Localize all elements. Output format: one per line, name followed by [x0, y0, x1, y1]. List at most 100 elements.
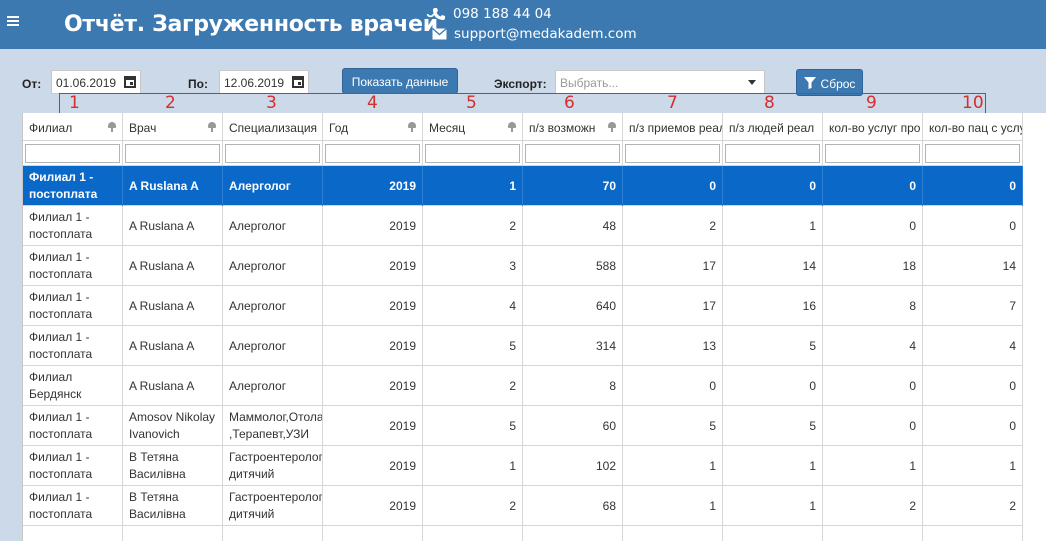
table-cell: Алерголог	[223, 246, 323, 286]
table-cell: 8	[523, 366, 623, 406]
table-cell: 14	[923, 246, 1023, 286]
table-row[interactable]: Филиал 1 - постоплата A Ruslana A Алерголо…	[23, 206, 1023, 246]
table-cell: В Тетяна Василівна	[123, 486, 223, 526]
table-cell: 5	[723, 406, 823, 446]
table-cell	[123, 526, 223, 541]
export-select[interactable]: Выбрать...	[555, 70, 765, 94]
table-cell: 1	[923, 446, 1023, 486]
column-header-label: п/з людей реал	[729, 121, 815, 135]
pin-icon[interactable]	[208, 122, 216, 132]
column-header[interactable]: кол-во пац с услу	[923, 113, 1023, 141]
table-row[interactable]: Филиал 1 - постоплата В Тетяна Василівна Г…	[23, 486, 1023, 526]
pin-icon[interactable]	[408, 122, 416, 132]
table-cell: 5	[623, 406, 723, 446]
table-cell: 0	[823, 406, 923, 446]
table-cell: 0	[823, 366, 923, 406]
table-cell: Алерголог	[223, 166, 323, 206]
reset-button[interactable]: Сброс	[796, 69, 863, 96]
grid-filter-row	[23, 141, 1023, 166]
table-cell: 17	[623, 286, 723, 326]
calendar-icon[interactable]	[292, 76, 304, 88]
table-cell: 0	[923, 166, 1023, 206]
table-cell: Филиал 1 - постоплата	[23, 406, 123, 446]
column-filter-input[interactable]	[225, 144, 320, 163]
column-filter-input[interactable]	[25, 144, 120, 163]
from-date-value: 01.06.2019	[56, 76, 117, 90]
table-cell: 5	[423, 326, 523, 366]
column-header[interactable]: Месяц	[423, 113, 523, 141]
table-cell: 0	[923, 406, 1023, 446]
column-header-label: Год	[329, 121, 349, 135]
column-number-8: 8	[764, 93, 775, 113]
column-header[interactable]: п/з возможн	[523, 113, 623, 141]
grid-body: Филиал 1 - постоплата A Ruslana A Алерголо…	[23, 166, 1023, 541]
column-filter-input[interactable]	[725, 144, 820, 163]
table-row[interactable]: Филиал 1 - постоплата Amosov Nikolay Ivan…	[23, 406, 1023, 446]
column-number-4: 4	[367, 93, 378, 113]
table-cell: 2019	[323, 206, 423, 246]
table-row[interactable]: Филиал 1 - постоплата A Ruslana A Алерголо…	[23, 286, 1023, 326]
table-row[interactable]: Филиал 1 - постоплата A Ruslana A Алерголо…	[23, 326, 1023, 366]
table-row[interactable]: Филиал 1 - постоплата A Ruslana A Алерголо…	[23, 246, 1023, 286]
table-cell: 68	[523, 486, 623, 526]
column-header[interactable]: п/з приемов реал	[623, 113, 723, 141]
table-cell: 2	[423, 486, 523, 526]
hamburger-menu-icon[interactable]	[7, 16, 19, 28]
calendar-icon[interactable]	[124, 76, 136, 88]
column-number-2: 2	[165, 93, 176, 113]
column-filter-input[interactable]	[625, 144, 720, 163]
column-filter-input[interactable]	[125, 144, 220, 163]
column-header[interactable]: Специализация	[223, 113, 323, 141]
table-cell	[23, 526, 123, 541]
to-date-input[interactable]: 12.06.2019	[219, 70, 309, 94]
to-label: По:	[188, 77, 208, 91]
table-cell: Гастроентеролог дитячий	[223, 486, 323, 526]
table-cell: Филиал Бердянск	[23, 366, 123, 406]
column-filter-input[interactable]	[425, 144, 520, 163]
column-header[interactable]: Год	[323, 113, 423, 141]
to-date-value: 12.06.2019	[224, 76, 285, 90]
table-cell: 1	[723, 446, 823, 486]
pin-icon[interactable]	[108, 122, 116, 132]
column-header[interactable]: Филиал	[23, 113, 123, 141]
table-row[interactable]: Алерголог,Гастро	[23, 526, 1023, 541]
table-row-selected[interactable]: Филиал 1 - постоплата A Ruslana A Алерголо…	[23, 166, 1023, 206]
table-cell: 2	[423, 206, 523, 246]
column-header[interactable]: Врач	[123, 113, 223, 141]
table-cell: 2019	[323, 406, 423, 446]
pin-icon[interactable]	[508, 122, 516, 132]
table-cell: 0	[723, 166, 823, 206]
table-cell: 0	[623, 166, 723, 206]
table-row[interactable]: Филиал Бердянск A Ruslana A Алерголог 2019 2…	[23, 366, 1023, 406]
table-cell: Маммолог,Отола ,Терапевт,УЗИ	[223, 406, 323, 446]
table-cell: 2	[423, 366, 523, 406]
table-cell: 7	[923, 286, 1023, 326]
column-header-label: п/з приемов реал	[629, 121, 723, 135]
table-cell: 2019	[323, 486, 423, 526]
column-filter-input[interactable]	[925, 144, 1020, 163]
table-cell: 0	[823, 206, 923, 246]
table-cell: A Ruslana A	[123, 286, 223, 326]
table-cell: 2	[923, 486, 1023, 526]
table-cell: Алерголог,Гастро	[223, 526, 323, 541]
table-cell	[823, 526, 923, 541]
pin-icon[interactable]	[608, 122, 616, 132]
table-cell: 4	[423, 286, 523, 326]
report-grid: Филиал Врач Специализация Год Месяц п/з возмо…	[22, 113, 1046, 541]
table-row[interactable]: Филиал 1 - постоплата В Тетяна Василівна Г…	[23, 446, 1023, 486]
column-filter-input[interactable]	[825, 144, 920, 163]
column-filter-input[interactable]	[525, 144, 620, 163]
table-cell: Филиал 1 - постоплата	[23, 206, 123, 246]
table-cell: Филиал 1 - постоплата	[23, 246, 123, 286]
table-cell	[323, 526, 423, 541]
from-date-input[interactable]: 01.06.2019	[51, 70, 141, 94]
table-cell: 3	[423, 246, 523, 286]
table-cell: 48	[523, 206, 623, 246]
table-cell: 1	[623, 446, 723, 486]
show-data-button[interactable]: Показать данные	[342, 68, 458, 94]
column-filter-cell	[123, 141, 223, 166]
column-filter-input[interactable]	[325, 144, 420, 163]
table-cell: 18	[823, 246, 923, 286]
column-header[interactable]: п/з людей реал	[723, 113, 823, 141]
column-header[interactable]: кол-во услуг про	[823, 113, 923, 141]
